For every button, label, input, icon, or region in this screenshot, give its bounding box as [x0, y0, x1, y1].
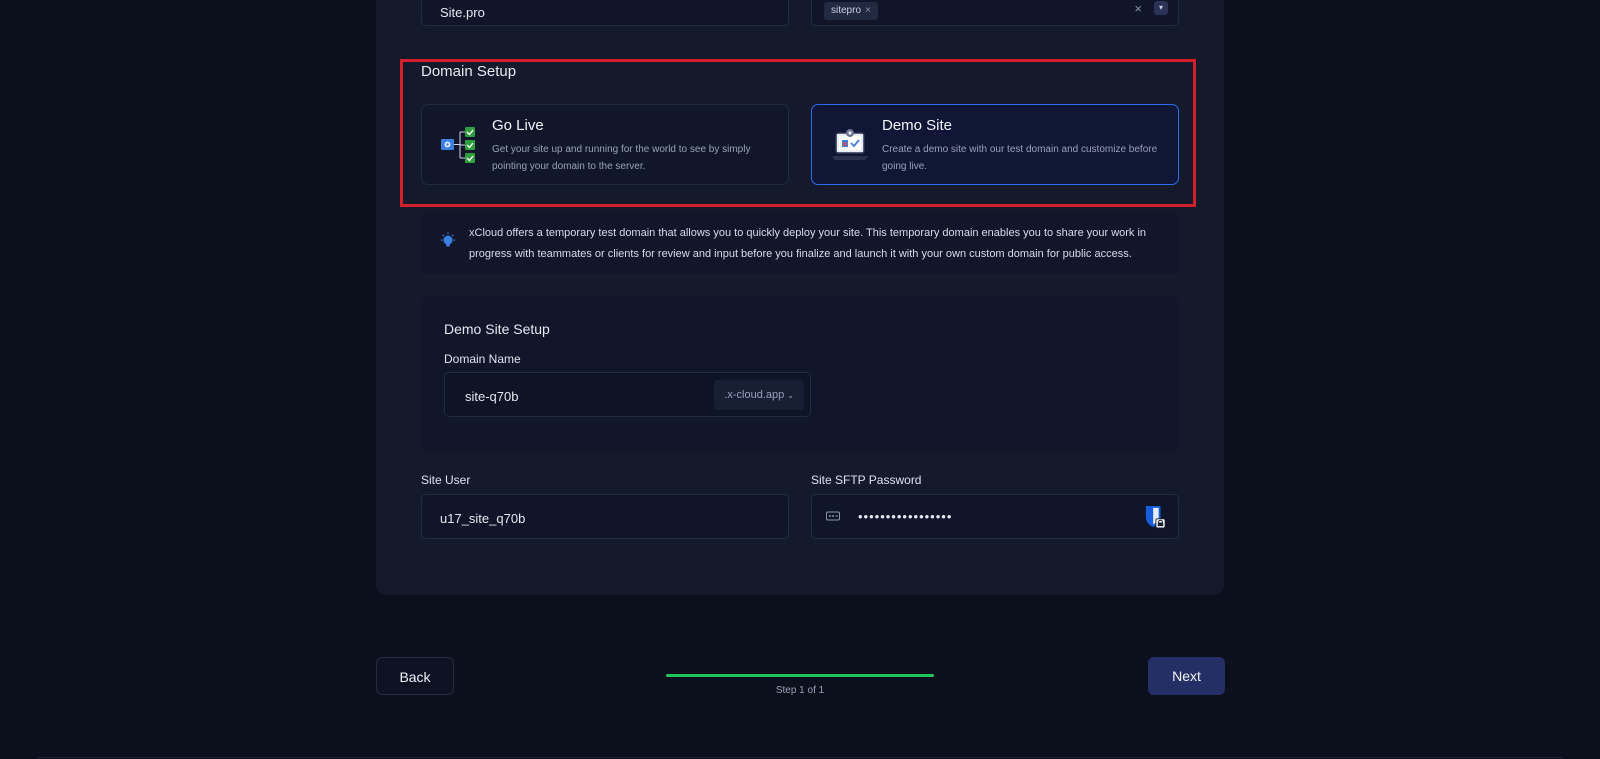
info-box: xCloud offers a temporary test domain th… — [421, 212, 1179, 274]
chevron-down-icon[interactable]: ▾ — [1154, 1, 1168, 15]
tag-chip: sitepro × — [824, 2, 878, 20]
step-indicator: Step 1 of 1 — [775, 685, 825, 696]
clear-icon[interactable]: × — [1134, 1, 1142, 16]
divider — [38, 757, 1562, 758]
site-title-input[interactable]: Site.pro — [421, 0, 789, 26]
domain-setup-title: Domain Setup — [421, 63, 517, 80]
go-live-option[interactable]: Go Live Get your site up and running for… — [421, 104, 789, 185]
site-title-value: Site.pro — [440, 5, 485, 20]
sftp-password-value: ••••••••••••••••• — [858, 509, 953, 524]
laptop-settings-icon — [832, 129, 868, 160]
checklist-icon — [441, 127, 475, 163]
tag-remove-icon[interactable]: × — [865, 5, 871, 16]
sftp-password-input[interactable]: ••••••••••••••••• — [811, 494, 1179, 539]
domain-name-input[interactable]: site-q70b .x-cloud.app ⌄ — [444, 372, 811, 417]
site-user-value: u17_site_q70b — [440, 511, 526, 526]
next-button[interactable]: Next — [1148, 657, 1225, 695]
go-live-title: Go Live — [492, 117, 544, 134]
domain-name-label: Domain Name — [444, 352, 521, 366]
demo-site-setup-title: Demo Site Setup — [444, 321, 550, 337]
tags-select[interactable]: sitepro × × ▾ — [811, 0, 1179, 26]
progress-bar — [666, 674, 934, 677]
password-manager-icon[interactable] — [1144, 505, 1166, 529]
domain-name-value: site-q70b — [465, 389, 519, 404]
go-live-description: Get your site up and running for the wor… — [492, 144, 751, 172]
back-button[interactable]: Back — [376, 657, 454, 695]
password-icon — [826, 511, 840, 521]
demo-site-option[interactable]: Demo Site Create a demo site with our te… — [811, 104, 1179, 185]
progress-fill — [666, 674, 934, 677]
info-text: xCloud offers a temporary test domain th… — [469, 227, 1147, 260]
demo-site-description: Create a demo site with our test domain … — [882, 144, 1158, 172]
demo-site-title: Demo Site — [882, 117, 953, 134]
lightbulb-icon — [440, 232, 456, 247]
chevron-down-icon: ⌄ — [787, 391, 794, 400]
sftp-password-label: Site SFTP Password — [811, 473, 922, 487]
site-user-input[interactable]: u17_site_q70b — [421, 494, 789, 539]
site-user-label: Site User — [421, 473, 471, 487]
domain-suffix-select[interactable]: .x-cloud.app ⌄ — [714, 380, 804, 410]
